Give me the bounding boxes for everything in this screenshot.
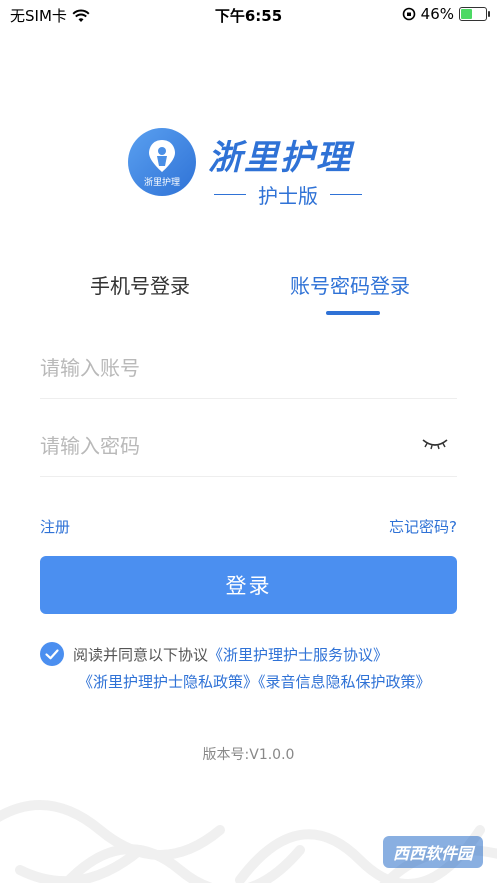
tab-phone-login[interactable]: 手机号登录: [90, 270, 190, 299]
app-subtitle-row: 护士版: [214, 180, 362, 209]
service-agreement-link[interactable]: 《浙里护理护士服务协议》: [208, 646, 388, 664]
checkmark-icon: [45, 649, 59, 660]
agreement-prefix: 阅读并同意以下协议: [73, 646, 209, 664]
login-button[interactable]: 登录: [40, 556, 457, 614]
divider-line: [214, 194, 246, 195]
battery-percent: 46%: [420, 5, 454, 23]
recording-privacy-link[interactable]: 《录音信息隐私保护政策》: [258, 673, 431, 691]
status-bar: 无SIM卡 下午6:55 46%: [0, 0, 497, 30]
tab-account-login[interactable]: 账号密码登录: [290, 270, 410, 299]
watermark-logo: 西西软件园: [382, 836, 483, 868]
agreement-checkbox[interactable]: [40, 642, 64, 666]
login-tabs: 手机号登录 账号密码登录: [0, 270, 497, 320]
battery-charging-icon: [459, 7, 490, 21]
version-label: 版本号:V1.0.0: [202, 747, 295, 763]
privacy-policy-link[interactable]: 《浙里护理护士隐私政策》: [78, 673, 258, 691]
password-field: [40, 416, 457, 477]
battery-level: [461, 9, 473, 19]
agreement-text-line2: 《浙里护理护士隐私政策》《录音信息隐私保护政策》: [78, 671, 431, 692]
agreement-text: 阅读并同意以下协议《浙里护理护士服务协议》: [73, 644, 388, 665]
logo-badge-text: 浙里护理: [143, 178, 180, 188]
active-tab-indicator: [326, 311, 380, 315]
app-title: 浙里护理: [208, 138, 352, 178]
password-input[interactable]: [40, 426, 400, 466]
register-link[interactable]: 注册: [40, 516, 70, 537]
forgot-password-link[interactable]: 忘记密码?: [389, 516, 457, 537]
divider-line: [330, 194, 362, 195]
eye-closed-icon[interactable]: [421, 436, 449, 452]
app-logo: 浙里护理 浙里护理 护士版: [128, 128, 378, 208]
account-field: [40, 338, 457, 399]
orientation-lock-icon: [402, 7, 415, 21]
logo-emblem: 浙里护理: [128, 128, 196, 196]
app-subtitle: 护士版: [258, 184, 318, 208]
account-input[interactable]: [40, 348, 400, 388]
status-right: 46%: [402, 5, 490, 23]
